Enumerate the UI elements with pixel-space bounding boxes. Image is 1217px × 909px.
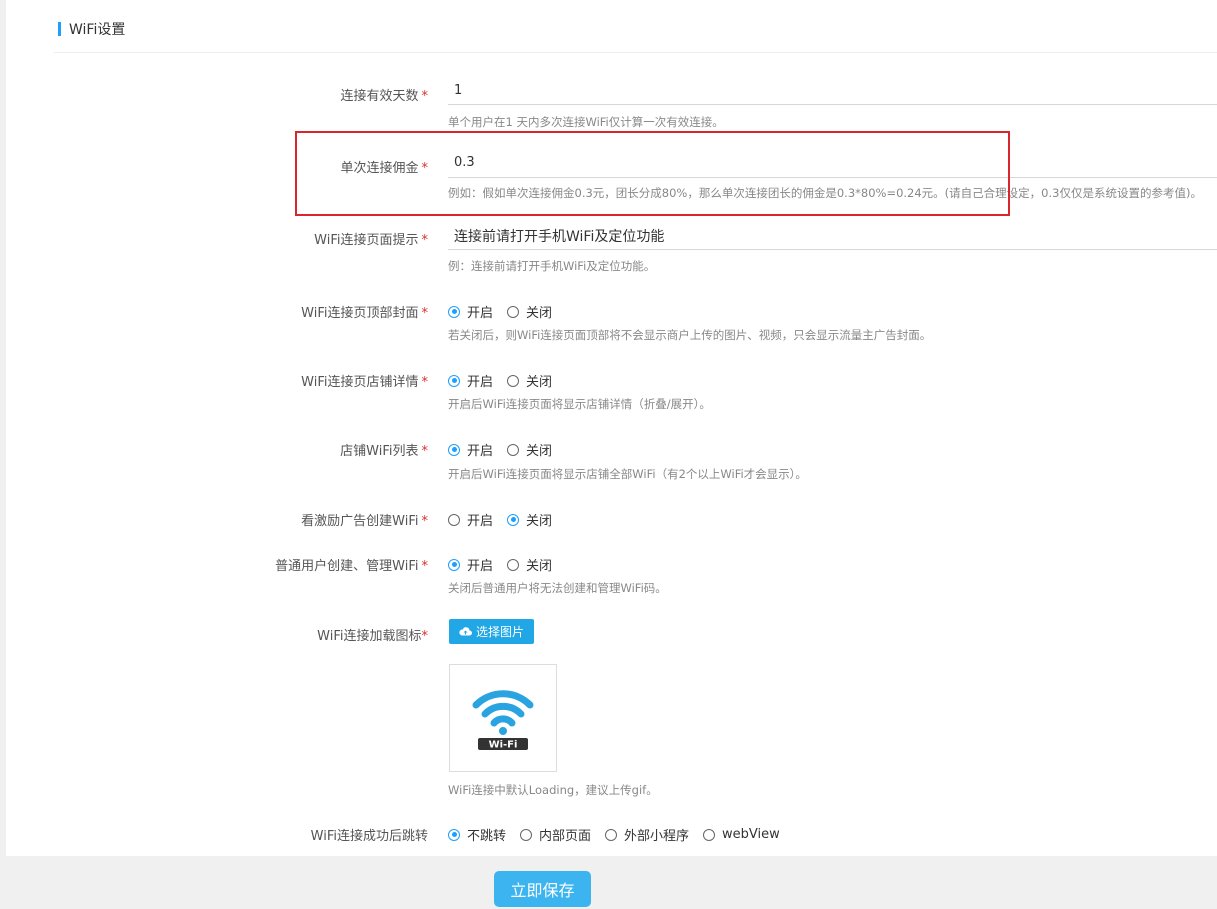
shop-detail-radio-group: 开启 关闭 (448, 371, 566, 390)
after-jump-label-text: WiFi连接成功后跳转 (310, 829, 428, 844)
top-cover-radio-group: 开启 关闭 (448, 302, 566, 321)
required-mark: * (421, 514, 429, 529)
top-cover-label-text: WiFi连接页顶部封面 (301, 306, 419, 321)
save-button[interactable]: 立即保存 (494, 871, 591, 907)
required-mark: * (421, 89, 429, 104)
radio-option-label: 关闭 (526, 514, 553, 529)
radio-option-label: 内部页面 (539, 829, 592, 844)
radio-option[interactable]: 开启 (448, 371, 493, 390)
radio-option[interactable]: 关闭 (507, 371, 552, 390)
loading-icon-label: WiFi连接加载图标* (8, 625, 428, 644)
shop-wifi-list-radio-group: 开启 关闭 (448, 440, 566, 459)
radio-option[interactable]: 开启 (448, 440, 493, 459)
radio-option-label: 关闭 (526, 375, 553, 390)
radio-checked-icon[interactable] (448, 443, 460, 456)
shop-wifi-list-help: 开启后WiFi连接页面将显示店铺全部WiFi（有2个以上WiFi才会显示）。 (448, 467, 807, 481)
shop-detail-label-text: WiFi连接页店铺详情 (301, 375, 419, 390)
radio-unchecked-icon[interactable] (520, 828, 533, 841)
radio-option[interactable]: 关闭 (507, 302, 552, 321)
user-manage-help: 关闭后普通用户将无法创建和管理WiFi码。 (448, 581, 667, 595)
radio-option-label: 外部小程序 (624, 829, 690, 844)
radio-unchecked-icon[interactable] (507, 443, 520, 456)
required-mark: * (421, 375, 429, 390)
radio-unchecked-icon[interactable] (703, 828, 716, 841)
radio-unchecked-icon[interactable] (507, 305, 520, 318)
cloud-upload-icon (459, 627, 472, 636)
section-header: WiFi设置 (58, 20, 125, 38)
page-tip-underline (448, 249, 1217, 250)
radio-checked-icon[interactable] (448, 828, 460, 841)
radio-checked-icon[interactable] (448, 305, 460, 318)
radio-checked-icon[interactable] (448, 558, 460, 571)
page-tip-label-text: WiFi连接页面提示 (314, 233, 419, 248)
radio-option-label: 不跳转 (467, 829, 507, 844)
radio-option-label: 关闭 (526, 444, 553, 459)
radio-option[interactable]: 开启 (448, 555, 493, 574)
user-manage-label: 普通用户创建、管理WiFi * (8, 555, 428, 574)
required-mark: * (421, 306, 429, 321)
required-mark: * (421, 444, 429, 459)
loading-icon-help: WiFi连接中默认Loading，建议上传gif。 (448, 783, 658, 797)
select-image-button[interactable]: 选择图片 (449, 619, 534, 644)
radio-option-label: 开启 (467, 559, 494, 574)
radio-unchecked-icon[interactable] (605, 828, 618, 841)
radio-option[interactable]: 关闭 (507, 555, 552, 574)
radio-option-label: 开启 (467, 375, 494, 390)
loading-icon-preview: Wi-Fi (449, 664, 557, 772)
radio-option-label: 关闭 (526, 306, 553, 321)
user-manage-radio-group: 开启 关闭 (448, 555, 566, 574)
ad-create-label-text: 看激励广告创建WiFi (301, 514, 419, 529)
top-cover-help: 若关闭后，则WiFi连接页面顶部将不会显示商户上传的图片、视频，只会显示流量主广… (448, 328, 932, 342)
radio-option-label: 开启 (467, 514, 494, 529)
radio-option[interactable]: 外部小程序 (605, 825, 689, 844)
page-tip-help: 例：连接前请打开手机WiFi及定位功能。 (448, 259, 656, 273)
shop-detail-label: WiFi连接页店铺详情 * (8, 371, 428, 390)
radio-option-label: webView (722, 827, 780, 842)
radio-option[interactable]: 开启 (448, 302, 493, 321)
ad-create-label: 看激励广告创建WiFi * (8, 510, 428, 529)
radio-option[interactable]: 内部页面 (520, 825, 591, 844)
page-tip-label: WiFi连接页面提示 * (8, 229, 428, 248)
top-cover-label: WiFi连接页顶部封面 * (8, 302, 428, 321)
wifi-badge-text: Wi-Fi (489, 740, 518, 751)
highlight-box (295, 131, 1010, 216)
section-divider (54, 52, 1217, 53)
radio-checked-icon[interactable] (448, 374, 460, 387)
loading-icon-label-text: WiFi连接加载图标 (317, 629, 422, 644)
select-image-label: 选择图片 (475, 625, 524, 639)
required-mark: * (421, 629, 429, 644)
radio-option[interactable]: webView (703, 827, 780, 842)
radio-option[interactable]: 关闭 (507, 440, 552, 459)
page-tip-input[interactable]: 连接前请打开手机WiFi及定位功能 (454, 226, 664, 246)
after-jump-label: WiFi连接成功后跳转 (8, 825, 428, 844)
radio-option[interactable]: 开启 (448, 510, 493, 529)
radio-option[interactable]: 关闭 (507, 510, 552, 529)
radio-option-label: 开启 (467, 306, 494, 321)
section-title: WiFi设置 (69, 22, 126, 38)
valid-days-label: 连接有效天数 * (8, 85, 428, 104)
required-mark: * (421, 559, 429, 574)
radio-option-label: 关闭 (526, 559, 553, 574)
shop-wifi-list-label: 店铺WiFi列表 * (8, 440, 428, 459)
section-accent-bar (58, 22, 61, 36)
user-manage-label-text: 普通用户创建、管理WiFi (275, 559, 419, 574)
valid-days-label-text: 连接有效天数 (340, 89, 419, 104)
wifi-icon: Wi-Fi (472, 690, 534, 751)
required-mark: * (421, 233, 429, 248)
radio-unchecked-icon[interactable] (507, 374, 520, 387)
valid-days-underline (448, 104, 1217, 105)
after-jump-radio-group: 不跳转 内部页面 外部小程序 webView (448, 825, 794, 844)
radio-option-label: 开启 (467, 444, 494, 459)
shop-detail-help: 开启后WiFi连接页面将显示店铺详情（折叠/展开）。 (448, 397, 711, 411)
valid-days-help: 单个用户在1 天内多次连接WiFi仅计算一次有效连接。 (448, 115, 724, 129)
valid-days-input[interactable]: 1 (454, 83, 462, 98)
radio-unchecked-icon[interactable] (507, 558, 520, 571)
radio-unchecked-icon[interactable] (448, 513, 460, 526)
ad-create-radio-group: 开启 关闭 (448, 510, 566, 529)
radio-option[interactable]: 不跳转 (448, 825, 506, 844)
radio-checked-icon[interactable] (507, 513, 520, 526)
shop-wifi-list-label-text: 店铺WiFi列表 (340, 444, 419, 459)
